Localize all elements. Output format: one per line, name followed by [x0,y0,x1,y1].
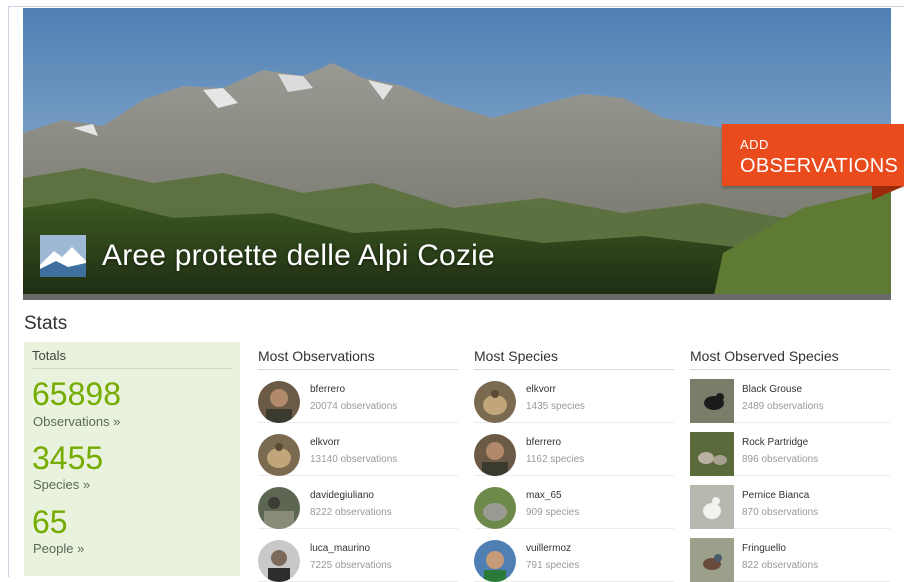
user-name[interactable]: bferrero [310,384,345,395]
species-count: 909 species [526,507,580,518]
species-name[interactable]: Rock Partridge [742,437,808,448]
list-item[interactable]: davidegiuliano 8222 observations [258,476,458,529]
avatar[interactable] [474,434,516,476]
list-item[interactable]: bferrero 20074 observations [258,370,458,423]
species-count: 1435 species [526,401,585,412]
list-item[interactable]: Rock Partridge 896 observations [690,423,890,476]
user-name[interactable]: max_65 [526,490,562,501]
most-observed-species-header: Most Observed Species [690,348,890,370]
species-count: 1162 species [526,454,585,465]
avatar[interactable] [258,487,300,529]
species-count: 791 species [526,560,580,571]
add-observations-button[interactable]: ADD OBSERVATIONS [722,124,904,186]
ribbon-fold [872,186,904,200]
mountain-landscape-logo [40,235,86,277]
most-observations-column: Most Observations bferrero 20074 observa… [258,348,458,582]
observation-count: 822 observations [742,560,819,571]
observation-count: 870 observations [742,507,819,518]
list-item[interactable]: bferrero 1162 species [474,423,674,476]
species-photo[interactable] [690,538,734,582]
observations-count: 65898 [32,376,121,412]
most-species-column: Most Species elkvorr 1435 species bferre… [474,348,674,582]
most-observations-header: Most Observations [258,348,458,370]
user-name[interactable]: elkvorr [310,437,340,448]
observation-count: 896 observations [742,454,819,465]
observation-count: 7225 observations [310,560,392,571]
people-count: 65 [32,504,68,540]
totals-divider [32,368,232,369]
list-item[interactable]: Pernice Bianca 870 observations [690,476,890,529]
people-link[interactable]: People » [33,541,84,556]
list-item[interactable]: vuillermoz 791 species [474,529,674,582]
observation-count: 20074 observations [310,401,398,412]
observation-count: 2489 observations [742,401,824,412]
observations-link[interactable]: Observations » [33,414,120,429]
species-photo[interactable] [690,379,734,423]
list-item[interactable]: luca_maurino 7225 observations [258,529,458,582]
species-photo[interactable] [690,432,734,476]
species-link[interactable]: Species » [33,477,90,492]
list-item[interactable]: Black Grouse 2489 observations [690,370,890,423]
totals-header: Totals [32,348,66,363]
add-button-line2: OBSERVATIONS [740,155,899,177]
observation-count: 13140 observations [310,454,398,465]
species-photo[interactable] [690,485,734,529]
species-name[interactable]: Fringuello [742,543,786,554]
species-count: 3455 [32,440,104,476]
totals-panel: Totals 65898 Observations » 3455 Species… [24,342,240,576]
list-item[interactable]: max_65 909 species [474,476,674,529]
species-name[interactable]: Pernice Bianca [742,490,809,501]
user-name[interactable]: vuillermoz [526,543,571,554]
avatar[interactable] [258,434,300,476]
list-item[interactable]: elkvorr 13140 observations [258,423,458,476]
add-button-line1: ADD [740,137,769,152]
most-species-header: Most Species [474,348,674,370]
place-title: Aree protette delle Alpi Cozie [102,239,495,272]
user-name[interactable]: elkvorr [526,384,556,395]
avatar[interactable] [258,381,300,423]
place-title-row: Aree protette delle Alpi Cozie [40,235,495,277]
user-name[interactable]: bferrero [526,437,561,448]
stats-heading: Stats [24,313,68,334]
observation-count: 8222 observations [310,507,392,518]
user-name[interactable]: davidegiuliano [310,490,374,501]
avatar[interactable] [474,381,516,423]
list-item[interactable]: Fringuello 822 observations [690,529,890,582]
species-name[interactable]: Black Grouse [742,384,802,395]
list-item[interactable]: elkvorr 1435 species [474,370,674,423]
avatar[interactable] [474,487,516,529]
user-name[interactable]: luca_maurino [310,543,370,554]
most-observed-species-column: Most Observed Species Black Grouse 2489 … [690,348,890,582]
